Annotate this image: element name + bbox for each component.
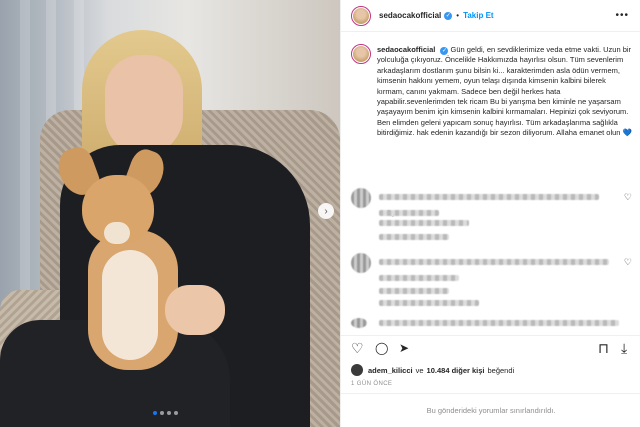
like-icon[interactable]: ♡ xyxy=(351,340,364,357)
save-icon[interactable]: ⊓ xyxy=(598,340,609,357)
verified-badge-icon: ✓ xyxy=(444,11,453,20)
avatar[interactable] xyxy=(351,364,363,376)
liker-username[interactable]: adem_kilicci xyxy=(368,366,413,375)
comment-meta-blurred xyxy=(379,300,479,306)
post-side-panel: sedaocakofficial ✓ • Takip Et ••• sedaoc… xyxy=(340,0,640,427)
comment-item: ♡ xyxy=(351,253,636,289)
caption-body: Gün geldi, en sevdiklerimize veda etme v… xyxy=(377,45,632,138)
likes-suffix: beğendi xyxy=(487,365,515,375)
comment-text-blurred xyxy=(379,320,619,326)
woman-hand xyxy=(165,285,225,335)
share-icon[interactable]: ➤ xyxy=(399,341,409,355)
comment-text-blurred xyxy=(379,194,599,200)
carousel-dot xyxy=(174,411,178,415)
comment-like-icon[interactable]: ♡ xyxy=(624,192,632,203)
caption-username[interactable]: sedaocakofficial xyxy=(377,45,435,54)
carousel-dot xyxy=(167,411,171,415)
comment-meta-blurred xyxy=(379,275,459,281)
carousel-dot xyxy=(160,411,164,415)
action-bar: ♡ ◯ ➤ ⊓ ⤓ xyxy=(341,335,640,359)
post-header: sedaocakofficial ✓ • Takip Et ••• xyxy=(341,0,640,32)
likes-count-link[interactable]: 10.484 diğer kişi xyxy=(427,366,485,375)
dog-snout xyxy=(104,222,130,244)
header-separator: • xyxy=(456,11,460,20)
likes-summary: adem_kilicci ve 10.484 diğer kişi beğend… xyxy=(351,364,514,376)
avatar[interactable] xyxy=(351,44,371,64)
caption-text: sedaocakofficial ✓ Gün geldi, en sevdikl… xyxy=(377,45,635,139)
carousel-dot-active xyxy=(153,411,157,415)
comment-icon[interactable]: ◯ xyxy=(375,341,388,355)
comment-meta-blurred xyxy=(379,288,449,294)
carousel-next-button[interactable]: › xyxy=(318,203,334,219)
verified-badge-icon: ✓ xyxy=(440,47,449,55)
username-link[interactable]: sedaocakofficial xyxy=(379,11,441,20)
comment-meta-blurred xyxy=(379,234,449,240)
comment-like-icon[interactable]: ♡ xyxy=(624,257,632,268)
post-image[interactable]: › xyxy=(0,0,340,427)
download-icon[interactable]: ⤓ xyxy=(621,340,627,357)
woman-face xyxy=(105,55,183,155)
blue-heart-emoji: 💙 xyxy=(622,128,632,138)
post-timestamp[interactable]: 1 GÜN ÖNCE xyxy=(351,381,392,387)
comment-text-blurred xyxy=(379,259,609,265)
more-options-icon[interactable]: ••• xyxy=(615,10,629,21)
comment-meta-blurred xyxy=(379,210,439,216)
avatar[interactable] xyxy=(351,5,371,26)
avatar[interactable] xyxy=(351,318,367,328)
curtain-fold xyxy=(20,0,30,300)
dog-chest xyxy=(102,250,158,360)
avatar[interactable] xyxy=(351,253,371,273)
avatar[interactable] xyxy=(351,188,371,208)
carousel-indicator xyxy=(153,411,178,415)
comments-limited-notice: Bu gönderideki yorumlar sınırlandırıldı. xyxy=(341,393,640,427)
comment-item xyxy=(351,220,636,256)
likes-connector: ve xyxy=(415,365,424,375)
chevron-right-icon: › xyxy=(324,205,328,217)
follow-button[interactable]: Takip Et xyxy=(463,11,494,20)
comment-item: ♡ xyxy=(351,188,636,224)
comment-text-blurred xyxy=(379,220,469,226)
